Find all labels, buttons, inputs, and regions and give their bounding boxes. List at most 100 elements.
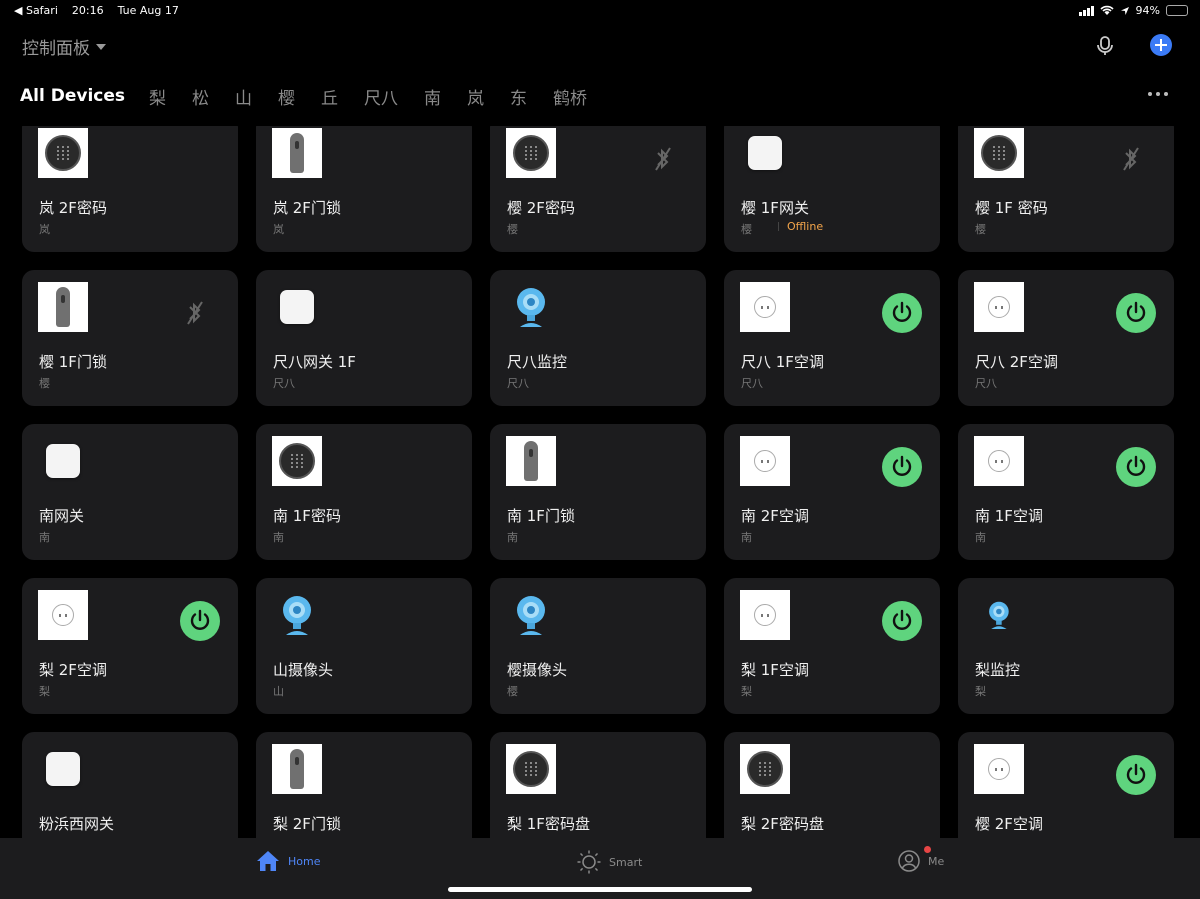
device-card[interactable]: 尺八 1F空调尺八 (724, 270, 940, 406)
camera-device-icon (974, 590, 1024, 640)
power-icon (1126, 301, 1146, 322)
tab-room[interactable]: 南 (424, 84, 441, 109)
device-room: 梨 (741, 685, 752, 698)
device-card[interactable]: 南 1F门锁南 (490, 424, 706, 560)
device-card[interactable]: 岚 2F密码岚 (22, 126, 238, 252)
device-room: 尺八 (975, 377, 997, 390)
device-card[interactable]: 岚 2F门锁岚 (256, 126, 472, 252)
device-name: 岚 2F门锁 (273, 199, 341, 217)
power-toggle-button[interactable] (882, 293, 922, 333)
device-name: 梨 1F空调 (741, 661, 809, 679)
power-icon (1126, 763, 1146, 784)
home-selector[interactable]: 控制面板 (22, 34, 106, 59)
user-icon (898, 850, 920, 872)
ac-outlet-device-icon (740, 282, 790, 332)
device-room: 南 (39, 531, 50, 544)
power-icon (892, 301, 912, 322)
add-device-button[interactable] (1150, 34, 1172, 56)
device-card[interactable]: 粉浜西网关 (22, 732, 238, 838)
tab-room[interactable]: 丘 (321, 84, 338, 109)
offline-status: Offline (787, 220, 824, 233)
power-toggle-button[interactable] (180, 601, 220, 641)
device-name: 梨 2F门锁 (273, 815, 341, 833)
device-card[interactable]: 南 2F空调南 (724, 424, 940, 560)
device-card[interactable]: 樱 1F网关樱 Offline (724, 126, 940, 252)
tab-room[interactable]: 山 (235, 84, 252, 109)
bluetooth-off-icon (186, 300, 204, 326)
ac-outlet-device-icon (974, 436, 1024, 486)
device-name: 樱 1F网关 (741, 199, 809, 217)
device-card[interactable]: 樱摄像头樱 (490, 578, 706, 714)
device-card[interactable]: 梨 1F密码盘 (490, 732, 706, 838)
voice-button[interactable] (1094, 34, 1116, 58)
tab-home[interactable]: Home (256, 850, 320, 872)
device-name: 尺八 2F空调 (975, 353, 1058, 371)
back-to-app-link[interactable]: ◀ Safari (14, 4, 58, 17)
device-card[interactable]: 尺八 2F空调尺八 (958, 270, 1174, 406)
tab-home-label: Home (288, 854, 321, 868)
tab-smart[interactable]: Smart (577, 850, 642, 874)
device-room: 尺八 (507, 377, 529, 390)
device-name: 梨 2F密码盘 (741, 815, 824, 833)
device-grid: 岚 2F密码岚岚 2F门锁岚樱 2F密码樱樱 1F网关樱 Offline 樱 1F … (22, 126, 1174, 838)
tab-room[interactable]: 岚 (467, 84, 484, 109)
power-toggle-button[interactable] (1116, 447, 1156, 487)
device-card[interactable]: 梨监控梨 (958, 578, 1174, 714)
device-card[interactable]: 南 1F空调南 (958, 424, 1174, 560)
device-name: 樱 1F门锁 (39, 353, 107, 371)
tab-room[interactable]: 尺八 (364, 84, 398, 109)
device-name: 樱摄像头 (507, 661, 568, 679)
device-card[interactable]: 梨 2F密码盘 (724, 732, 940, 838)
ac-outlet-device-icon (974, 282, 1024, 332)
device-card[interactable]: 樱 2F密码樱 (490, 126, 706, 252)
device-room: 尺八 (741, 377, 763, 390)
power-toggle-button[interactable] (1116, 293, 1156, 333)
device-room: 樱 (507, 685, 518, 698)
device-card[interactable]: 樱 2F空调 (958, 732, 1174, 838)
device-grid-scroll[interactable]: 岚 2F密码岚岚 2F门锁岚樱 2F密码樱樱 1F网关樱 Offline 樱 1F … (0, 126, 1200, 838)
microphone-icon (1097, 36, 1113, 55)
device-card[interactable]: 梨 2F空调梨 (22, 578, 238, 714)
tab-room[interactable]: 东 (510, 84, 527, 109)
device-room: 岚 (273, 223, 284, 236)
camera-device-icon (506, 282, 556, 332)
device-room: 樱 (741, 223, 752, 236)
tab-room[interactable]: 鹤桥 (553, 84, 587, 109)
camera-device-icon (506, 590, 556, 640)
device-card[interactable]: 南 1F密码南 (256, 424, 472, 560)
device-name: 尺八 1F空调 (741, 353, 824, 371)
power-icon (892, 455, 912, 476)
tab-room[interactable]: 樱 (278, 84, 295, 109)
device-card[interactable]: 梨 1F空调梨 (724, 578, 940, 714)
power-toggle-button[interactable] (882, 601, 922, 641)
device-card[interactable]: 山摄像头山 (256, 578, 472, 714)
device-room: 樱 (39, 377, 50, 390)
keypad-device-icon (272, 436, 322, 486)
header: 控制面板 (0, 22, 1200, 72)
device-card[interactable]: 梨 2F门锁 (256, 732, 472, 838)
power-toggle-button[interactable] (1116, 755, 1156, 795)
device-card[interactable]: 樱 1F门锁樱 (22, 270, 238, 406)
tab-room[interactable]: 梨 (149, 84, 166, 109)
door-lock-device-icon (272, 128, 322, 178)
device-room: 尺八 (273, 377, 295, 390)
ac-outlet-device-icon (740, 436, 790, 486)
device-name: 梨 1F密码盘 (507, 815, 590, 833)
tab-room[interactable]: 松 (192, 84, 209, 109)
device-name: 尺八监控 (507, 353, 568, 371)
tab-me[interactable]: Me (898, 846, 944, 872)
more-options-button[interactable] (1148, 92, 1168, 96)
home-icon (257, 851, 279, 871)
power-icon (1126, 455, 1146, 476)
power-toggle-button[interactable] (882, 447, 922, 487)
device-room: 南 (273, 531, 284, 544)
status-divider (778, 222, 779, 231)
device-card[interactable]: 樱 1F 密码樱 (958, 126, 1174, 252)
bottom-tab-bar: Home Smart Me (0, 838, 1200, 899)
device-card[interactable]: 尺八监控 尺八 (490, 270, 706, 406)
device-card[interactable]: 南网关南 (22, 424, 238, 560)
device-room: 樱 (507, 223, 518, 236)
power-icon (190, 609, 210, 630)
tab-all-devices[interactable]: All Devices (20, 86, 125, 106)
device-card[interactable]: 尺八网关 1F 尺八 (256, 270, 472, 406)
